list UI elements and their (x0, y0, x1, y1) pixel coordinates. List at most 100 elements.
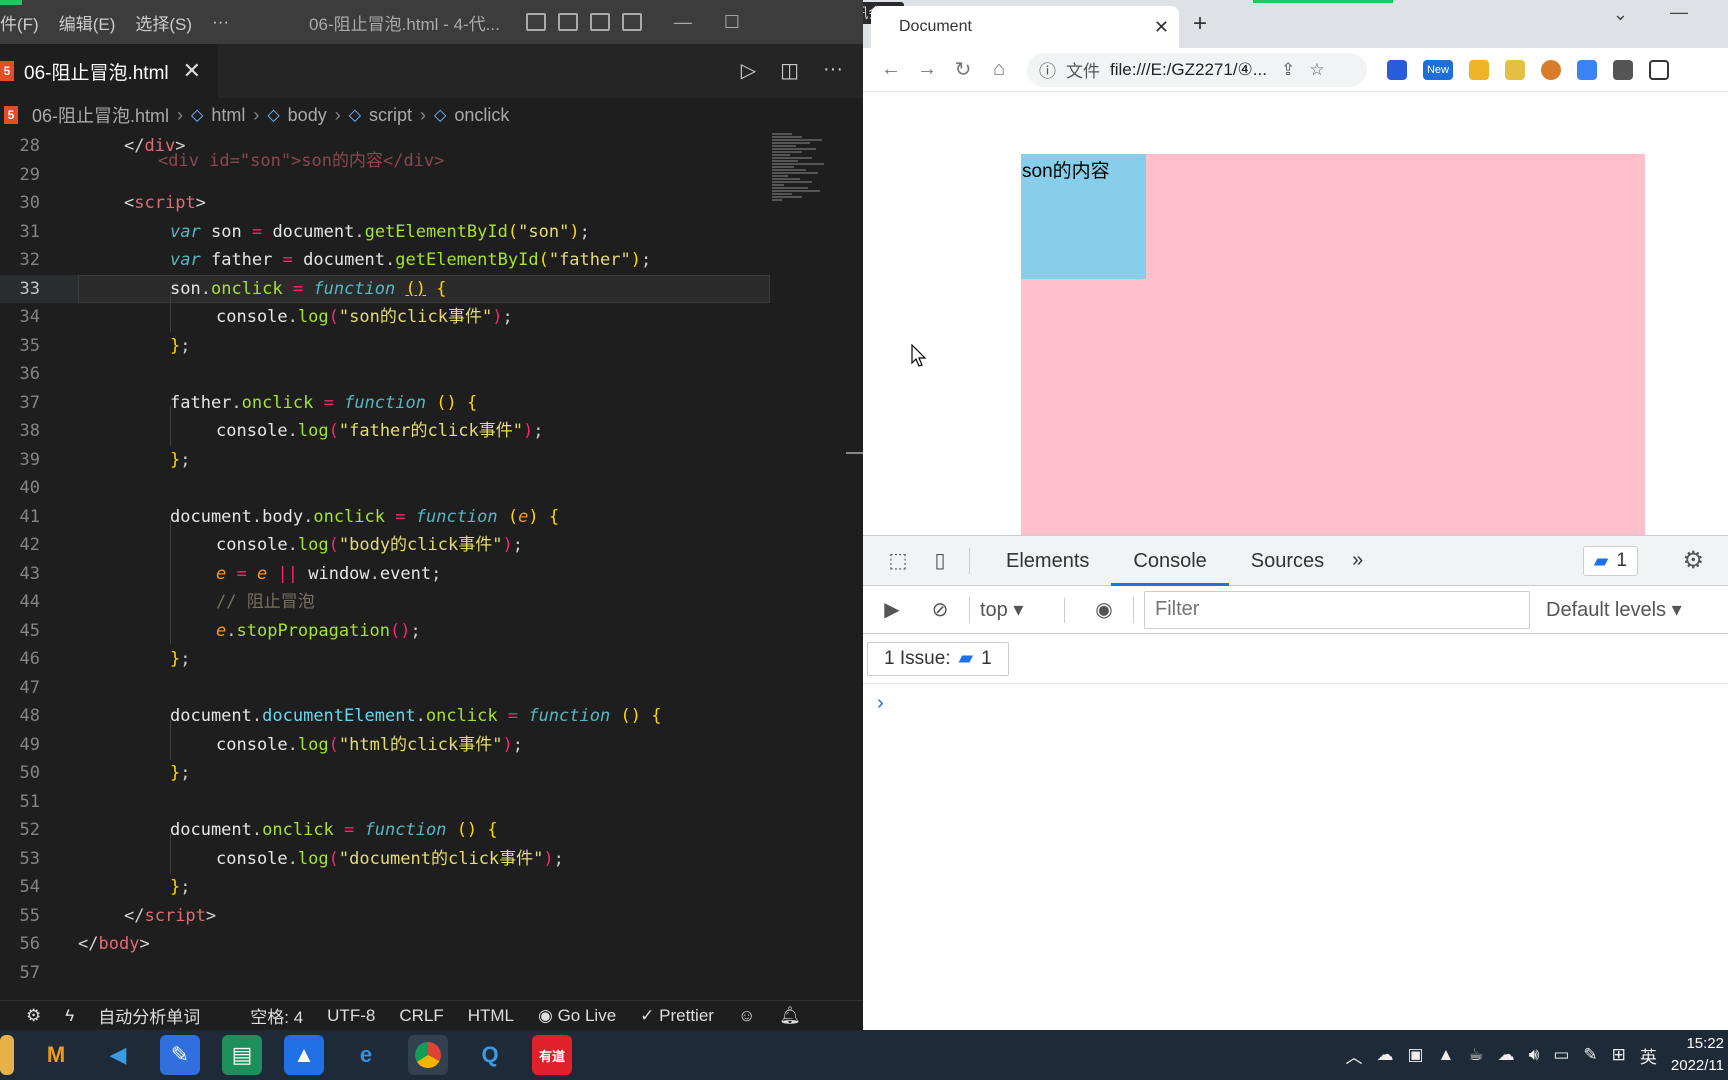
context-selector[interactable]: top ▾ (980, 597, 1054, 622)
issues-button[interactable]: 1 Issue: ▰ 1 (867, 641, 1009, 676)
tray-app-icon[interactable]: ▣ (1407, 1045, 1423, 1065)
search-app-icon[interactable]: Q (470, 1035, 510, 1075)
input-grid-icon[interactable]: ⊞ (1612, 1045, 1626, 1065)
lightning-icon[interactable]: ϟ (65, 1006, 74, 1026)
customize-layout-icon[interactable] (621, 13, 642, 31)
code-line: 29 (19, 164, 40, 185)
photos-icon[interactable]: ▲ (284, 1035, 324, 1075)
tab-elements[interactable]: Elements (984, 536, 1111, 586)
console-prompt[interactable]: › (863, 684, 1728, 723)
notes-icon[interactable]: ✎ (160, 1035, 200, 1075)
file-explorer-icon[interactable] (0, 1035, 14, 1075)
status-indentation[interactable]: 空格: 4 (250, 1003, 303, 1028)
scrollbar-thumb[interactable] (846, 452, 863, 454)
feedback-icon[interactable]: ☺ (738, 1006, 755, 1026)
new-tab-icon[interactable]: + (1193, 10, 1207, 38)
tab-active-file[interactable]: 5 06-阻止冒泡.html ✕ (0, 44, 218, 98)
status-eol[interactable]: CRLF (399, 1006, 443, 1026)
code-line: 47 (19, 677, 40, 698)
tab-console[interactable]: Console (1111, 536, 1229, 586)
menu-edit[interactable]: 编辑(E) (49, 10, 126, 35)
download-extension-icon[interactable] (1469, 59, 1489, 80)
status-prettier[interactable]: ✓ Prettier (640, 1006, 714, 1026)
photos-tray-icon[interactable]: ▲ (1438, 1045, 1455, 1065)
code-editor[interactable]: <div id="son">son的内容</div> 28 </div> 29 3… (0, 132, 863, 1000)
code-line-active: 33 son.onclick = function () { (0, 274, 770, 303)
sidepanel-icon[interactable] (1649, 59, 1669, 80)
puzzle-icon[interactable] (1613, 59, 1633, 80)
code-line: 41 document.body.onclick = function (e) { (19, 506, 560, 527)
log-levels-dropdown[interactable]: Default levels ▾ (1546, 597, 1682, 622)
issues-counter[interactable]: ▰ 1 (1582, 546, 1638, 576)
inspect-icon[interactable]: ⬚ (883, 548, 913, 573)
more-actions-icon[interactable]: ··· (823, 58, 843, 83)
forward-icon[interactable]: → (909, 58, 945, 81)
matlab-icon[interactable]: M (36, 1035, 76, 1075)
settings-gear-icon[interactable]: ⚙ (1682, 546, 1704, 575)
add-extension-icon[interactable] (1577, 59, 1597, 80)
vscode-icon[interactable]: ◀ (98, 1035, 138, 1075)
toggle-panel-icon[interactable] (557, 13, 578, 31)
duck-extension-icon[interactable] (1505, 59, 1525, 80)
share-icon[interactable]: ⇪ (1281, 60, 1295, 80)
status-encoding[interactable]: UTF-8 (327, 1006, 375, 1026)
code-line: 52 document.onclick = function () { (19, 820, 498, 840)
menu-more[interactable]: ··· (202, 12, 239, 32)
bell-icon[interactable]: 🔔︎ (779, 1006, 801, 1026)
chevron-down-icon[interactable]: ⌄ (1613, 4, 1628, 25)
run-icon[interactable]: ▷ (741, 58, 756, 83)
home-icon[interactable]: ⌂ (981, 58, 1017, 81)
minimap[interactable] (772, 132, 842, 252)
sidebar-toggle-icon[interactable]: ▶ (873, 597, 911, 622)
info-icon[interactable]: ⓘ (1039, 57, 1056, 82)
reload-icon[interactable]: ↻ (945, 57, 981, 82)
html5-icon: 5 (0, 61, 14, 81)
youdao-icon[interactable]: 有道 (532, 1035, 572, 1075)
menu-file[interactable]: 件(F) (0, 10, 49, 35)
chevron-up-icon[interactable]: ︿ (1345, 1043, 1362, 1068)
eye-icon[interactable]: ◉ (1085, 597, 1123, 622)
address-bar[interactable]: ⓘ 文件 file:///E:/GZ2271/④... ⇪ ☆ (1027, 52, 1367, 87)
son-div[interactable]: son的内容 (1021, 154, 1146, 279)
new-extension-icon[interactable]: New (1423, 59, 1453, 80)
debug-icon[interactable]: ⚙ (26, 1006, 41, 1026)
chrome-icon[interactable] (408, 1035, 448, 1075)
father-div[interactable]: son的内容 (1021, 154, 1645, 535)
toggle-sidebar-icon[interactable] (525, 13, 546, 31)
filter-input[interactable] (1144, 590, 1530, 629)
minimize-icon[interactable]: — (1670, 2, 1688, 23)
clear-console-icon[interactable]: ⊘ (921, 597, 959, 622)
close-tab-icon[interactable]: ✕ (183, 58, 201, 84)
more-tabs-icon[interactable]: » (1346, 549, 1369, 572)
paw-extension-icon[interactable] (1387, 59, 1407, 80)
pen-icon[interactable]: ✎ (1583, 1045, 1597, 1065)
tab-sources[interactable]: Sources (1229, 536, 1346, 586)
indent-guide (170, 834, 171, 874)
minimize-icon[interactable]: — (674, 12, 692, 33)
layout-controls (525, 13, 642, 31)
ie-icon[interactable]: e (346, 1035, 386, 1075)
split-editor-icon[interactable]: ◫ (780, 58, 799, 83)
display-icon[interactable]: ▭ (1553, 1045, 1569, 1065)
monkey-extension-icon[interactable] (1541, 59, 1561, 80)
toggle-secondary-sidebar-icon[interactable] (589, 13, 610, 31)
back-icon[interactable]: ← (873, 58, 909, 81)
network-icon[interactable]: ☁ (1498, 1045, 1515, 1065)
tab-document[interactable]: Document ✕ (871, 6, 1179, 48)
weather-icon[interactable]: ☁ (1376, 1045, 1393, 1065)
ime-indicator[interactable]: 英 (1640, 1043, 1657, 1068)
volume-icon[interactable]: 🔊︎ (1529, 1045, 1540, 1065)
close-tab-icon[interactable]: ✕ (1154, 17, 1169, 38)
device-toggle-icon[interactable]: ▯ (925, 548, 955, 573)
indent-guide (170, 720, 171, 760)
status-language[interactable]: HTML (468, 1006, 514, 1026)
tray-app-icon[interactable]: ☕ (1468, 1045, 1483, 1065)
status-auto-analyze[interactable]: 自动分析单词 (98, 1003, 200, 1028)
star-icon[interactable]: ☆ (1309, 60, 1324, 80)
status-golive[interactable]: ◉ Go Live (538, 1006, 616, 1026)
pycharm-icon[interactable]: ▤ (222, 1035, 262, 1075)
browser-toolbar: ← → ↻ ⌂ ⓘ 文件 file:///E:/GZ2271/④... ⇪ ☆ … (863, 48, 1728, 92)
maximize-icon[interactable]: ☐ (724, 12, 740, 33)
clock[interactable]: 15:22 2022/11 (1671, 1033, 1728, 1077)
menu-selection[interactable]: 选择(S) (125, 10, 202, 35)
